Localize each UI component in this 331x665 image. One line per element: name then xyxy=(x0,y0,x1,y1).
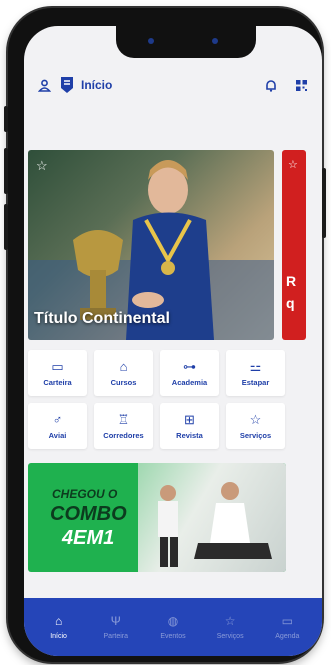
slide-caption-partial: R q xyxy=(286,273,297,311)
shortcut-label: Aviai xyxy=(48,430,67,440)
graduation-cap-icon: ⌂ xyxy=(119,358,128,374)
favorite-star-icon[interactable]: ☆ xyxy=(36,158,48,174)
side-button xyxy=(322,168,326,238)
shortcut-grid: ▭ Carteira ⌂ Cursos ⊶ Academia ⚍ Estapar… xyxy=(28,350,286,449)
star-icon: ☆ xyxy=(249,411,262,427)
bell-icon[interactable] xyxy=(265,79,277,92)
shortcut-label: Corredores xyxy=(103,430,144,440)
nav-label: Agenda xyxy=(275,633,300,640)
shortcut-academia[interactable]: ⊶ Academia xyxy=(160,350,219,396)
brand-logo-icon xyxy=(59,76,75,94)
globe-icon: ◍ xyxy=(167,614,179,628)
qr-code-icon[interactable] xyxy=(295,79,308,92)
shortcut-corredores[interactable]: ♖ Corredores xyxy=(94,403,153,449)
shortcut-carteira[interactable]: ▭ Carteira xyxy=(28,350,87,396)
news-carousel[interactable]: ☆ Título Continental ☆ R q xyxy=(28,150,306,342)
bottom-navigation: ⌂ Início Ψ Parteira ◍ Eventos ☆ Serviços… xyxy=(24,598,322,656)
shortcut-label: Estapar xyxy=(241,377,270,387)
side-button xyxy=(4,148,8,194)
runner-icon: ♂ xyxy=(52,411,63,427)
shortcut-label: Revista xyxy=(176,430,203,440)
star-icon: ☆ xyxy=(224,614,236,628)
fork-icon: Ψ xyxy=(110,614,121,628)
book-icon: ⊞ xyxy=(184,411,195,427)
car-icon: ⚍ xyxy=(249,358,262,374)
page-title: Início xyxy=(81,78,113,92)
shortcut-aviai[interactable]: ♂ Aviai xyxy=(28,403,87,449)
shortcut-servicos[interactable]: ☆ Serviços xyxy=(226,403,285,449)
promo-line-3: 4EM1 xyxy=(62,527,115,549)
dumbbell-icon: ⊶ xyxy=(183,358,196,374)
camera-icon xyxy=(148,38,154,44)
top-bar: Início xyxy=(24,66,322,104)
side-button xyxy=(4,106,8,132)
nav-inicio[interactable]: ⌂ Início xyxy=(32,614,86,640)
shortcut-label: Serviços xyxy=(239,430,272,440)
promo-line-1: CHEGOU O xyxy=(52,487,118,501)
shortcut-estapar[interactable]: ⚍ Estapar xyxy=(226,350,285,396)
slide-caption: Título Continental xyxy=(34,310,170,327)
nav-eventos[interactable]: ◍ Eventos xyxy=(146,614,200,640)
nav-label: Eventos xyxy=(160,633,186,640)
shortcut-cursos[interactable]: ⌂ Cursos xyxy=(94,350,153,396)
sensor-icon xyxy=(212,38,218,44)
app-screen: Início ☆ Título Continental ☆ R q ▭ Cart… xyxy=(24,26,322,656)
nav-label: Serviços xyxy=(216,633,244,640)
nav-agenda[interactable]: ▭ Agenda xyxy=(260,614,314,640)
nav-label: Início xyxy=(50,633,67,640)
side-button xyxy=(4,204,8,250)
promo-banner[interactable]: CHEGOU O COMBO 4EM1 xyxy=(28,463,286,572)
notch xyxy=(116,26,256,58)
nav-label: Parteira xyxy=(103,633,129,640)
shortcut-label: Academia xyxy=(171,377,208,387)
carousel-slide-next[interactable]: ☆ R q xyxy=(282,150,306,340)
id-card-icon: ▭ xyxy=(51,358,64,374)
shortcut-label: Cursos xyxy=(110,377,137,387)
promo-photo xyxy=(138,463,286,572)
nav-servicos[interactable]: ☆ Serviços xyxy=(203,614,257,640)
favorite-star-icon[interactable]: ☆ xyxy=(288,158,298,171)
user-icon[interactable] xyxy=(38,79,51,92)
shortcut-revista[interactable]: ⊞ Revista xyxy=(160,403,219,449)
carousel-slide[interactable]: ☆ Título Continental xyxy=(28,150,274,340)
calendar-icon: ▭ xyxy=(281,614,294,628)
trophy-icon: ♖ xyxy=(117,411,130,427)
home-icon: ⌂ xyxy=(54,614,63,628)
nav-parteira[interactable]: Ψ Parteira xyxy=(89,614,143,640)
promo-line-2: COMBO xyxy=(50,503,127,525)
shortcut-label: Carteira xyxy=(43,377,72,387)
